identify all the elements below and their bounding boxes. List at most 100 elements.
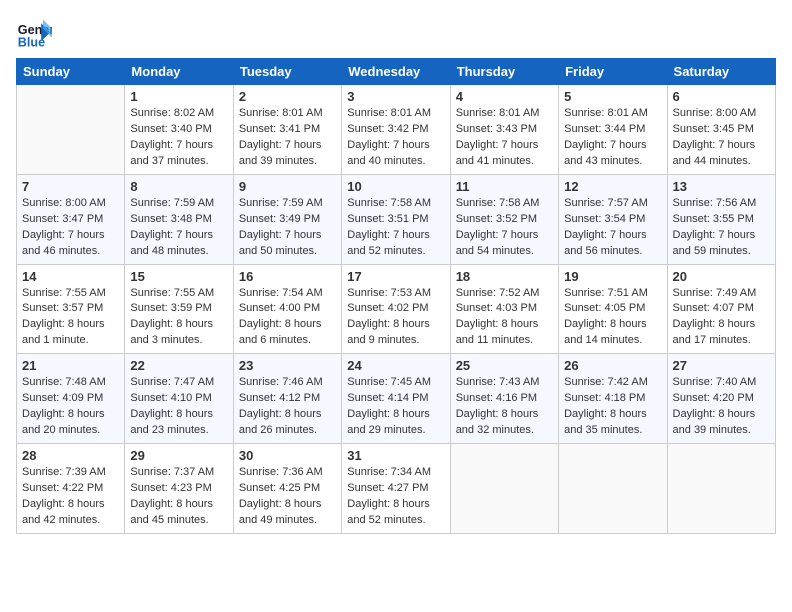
- day-number: 6: [673, 89, 770, 104]
- day-info: Sunrise: 7:57 AMSunset: 3:54 PMDaylight:…: [564, 196, 661, 260]
- day-info: Sunrise: 7:36 AMSunset: 4:25 PMDaylight:…: [239, 465, 336, 529]
- day-number: 19: [564, 269, 661, 284]
- calendar-cell: 5 Sunrise: 8:01 AMSunset: 3:44 PMDaylight…: [559, 85, 667, 175]
- calendar-cell: 3 Sunrise: 8:01 AMSunset: 3:42 PMDaylight…: [342, 85, 450, 175]
- day-info: Sunrise: 8:00 AMSunset: 3:47 PMDaylight:…: [22, 196, 119, 260]
- calendar-cell: 7 Sunrise: 8:00 AMSunset: 3:47 PMDaylight…: [17, 174, 125, 264]
- day-number: 5: [564, 89, 661, 104]
- weekday-header-tuesday: Tuesday: [233, 59, 341, 85]
- day-info: Sunrise: 7:42 AMSunset: 4:18 PMDaylight:…: [564, 375, 661, 439]
- svg-text:Blue: Blue: [18, 36, 45, 50]
- logo-icon: General Blue: [16, 16, 52, 52]
- calendar-cell: 19 Sunrise: 7:51 AMSunset: 4:05 PMDayligh…: [559, 264, 667, 354]
- day-number: 1: [130, 89, 227, 104]
- day-number: 18: [456, 269, 553, 284]
- calendar-cell: 28 Sunrise: 7:39 AMSunset: 4:22 PMDayligh…: [17, 444, 125, 534]
- calendar-cell: 11 Sunrise: 7:58 AMSunset: 3:52 PMDayligh…: [450, 174, 558, 264]
- calendar-cell: 10 Sunrise: 7:58 AMSunset: 3:51 PMDayligh…: [342, 174, 450, 264]
- day-info: Sunrise: 7:46 AMSunset: 4:12 PMDaylight:…: [239, 375, 336, 439]
- day-number: 23: [239, 358, 336, 373]
- day-number: 30: [239, 448, 336, 463]
- day-number: 14: [22, 269, 119, 284]
- day-number: 7: [22, 179, 119, 194]
- calendar-cell: [559, 444, 667, 534]
- day-info: Sunrise: 8:01 AMSunset: 3:42 PMDaylight:…: [347, 106, 444, 170]
- calendar-cell: 9 Sunrise: 7:59 AMSunset: 3:49 PMDaylight…: [233, 174, 341, 264]
- day-info: Sunrise: 7:39 AMSunset: 4:22 PMDaylight:…: [22, 465, 119, 529]
- day-info: Sunrise: 7:34 AMSunset: 4:27 PMDaylight:…: [347, 465, 444, 529]
- logo: General Blue: [16, 16, 56, 52]
- calendar-cell: 20 Sunrise: 7:49 AMSunset: 4:07 PMDayligh…: [667, 264, 775, 354]
- day-info: Sunrise: 7:40 AMSunset: 4:20 PMDaylight:…: [673, 375, 770, 439]
- day-info: Sunrise: 7:48 AMSunset: 4:09 PMDaylight:…: [22, 375, 119, 439]
- day-number: 9: [239, 179, 336, 194]
- calendar-cell: 1Sunrise: 8:02 AMSunset: 3:40 PMDaylight…: [125, 85, 233, 175]
- day-number: 13: [673, 179, 770, 194]
- calendar-cell: 29Sunrise: 7:37 AMSunset: 4:23 PMDayligh…: [125, 444, 233, 534]
- day-number: 4: [456, 89, 553, 104]
- calendar-cell: 22 Sunrise: 7:47 AMSunset: 4:10 PMDayligh…: [125, 354, 233, 444]
- calendar-cell: 17 Sunrise: 7:53 AMSunset: 4:02 PMDayligh…: [342, 264, 450, 354]
- calendar-cell: 24Sunrise: 7:45 AMSunset: 4:14 PMDayligh…: [342, 354, 450, 444]
- day-info: Sunrise: 7:59 AMSunset: 3:49 PMDaylight:…: [239, 196, 336, 260]
- calendar-body: 1Sunrise: 8:02 AMSunset: 3:40 PMDaylight…: [17, 85, 776, 534]
- calendar-week-5: 28 Sunrise: 7:39 AMSunset: 4:22 PMDayligh…: [17, 444, 776, 534]
- calendar-cell: 2 Sunrise: 8:01 AMSunset: 3:41 PMDaylight…: [233, 85, 341, 175]
- day-number: 17: [347, 269, 444, 284]
- weekday-header-sunday: Sunday: [17, 59, 125, 85]
- day-number: 8: [130, 179, 227, 194]
- weekday-header-row: SundayMondayTuesdayWednesdayThursdayFrid…: [17, 59, 776, 85]
- weekday-header-wednesday: Wednesday: [342, 59, 450, 85]
- page-header: General Blue: [16, 16, 776, 52]
- calendar-cell: 15 Sunrise: 7:55 AMSunset: 3:59 PMDayligh…: [125, 264, 233, 354]
- day-number: 21: [22, 358, 119, 373]
- day-info: Sunrise: 7:52 AMSunset: 4:03 PMDaylight:…: [456, 286, 553, 350]
- calendar-cell: 21 Sunrise: 7:48 AMSunset: 4:09 PMDayligh…: [17, 354, 125, 444]
- day-number: 20: [673, 269, 770, 284]
- calendar-cell: 18 Sunrise: 7:52 AMSunset: 4:03 PMDayligh…: [450, 264, 558, 354]
- day-info: Sunrise: 7:58 AMSunset: 3:52 PMDaylight:…: [456, 196, 553, 260]
- day-number: 28: [22, 448, 119, 463]
- day-info: Sunrise: 7:58 AMSunset: 3:51 PMDaylight:…: [347, 196, 444, 260]
- day-number: 11: [456, 179, 553, 194]
- calendar-cell: 26Sunrise: 7:42 AMSunset: 4:18 PMDayligh…: [559, 354, 667, 444]
- day-info: Sunrise: 7:51 AMSunset: 4:05 PMDaylight:…: [564, 286, 661, 350]
- day-number: 31: [347, 448, 444, 463]
- calendar-cell: 12 Sunrise: 7:57 AMSunset: 3:54 PMDayligh…: [559, 174, 667, 264]
- day-info: Sunrise: 7:53 AMSunset: 4:02 PMDaylight:…: [347, 286, 444, 350]
- day-number: 15: [130, 269, 227, 284]
- weekday-header-monday: Monday: [125, 59, 233, 85]
- day-number: 3: [347, 89, 444, 104]
- calendar-cell: 13 Sunrise: 7:56 AMSunset: 3:55 PMDayligh…: [667, 174, 775, 264]
- day-info: Sunrise: 8:01 AMSunset: 3:44 PMDaylight:…: [564, 106, 661, 170]
- calendar-cell: [17, 85, 125, 175]
- calendar-cell: 8Sunrise: 7:59 AMSunset: 3:48 PMDaylight…: [125, 174, 233, 264]
- day-number: 12: [564, 179, 661, 194]
- day-info: Sunrise: 7:47 AMSunset: 4:10 PMDaylight:…: [130, 375, 227, 439]
- day-info: Sunrise: 8:01 AMSunset: 3:41 PMDaylight:…: [239, 106, 336, 170]
- calendar-cell: 27Sunrise: 7:40 AMSunset: 4:20 PMDayligh…: [667, 354, 775, 444]
- day-number: 10: [347, 179, 444, 194]
- calendar-cell: 30 Sunrise: 7:36 AMSunset: 4:25 PMDayligh…: [233, 444, 341, 534]
- day-info: Sunrise: 7:54 AMSunset: 4:00 PMDaylight:…: [239, 286, 336, 350]
- calendar-cell: 31 Sunrise: 7:34 AMSunset: 4:27 PMDayligh…: [342, 444, 450, 534]
- day-info: Sunrise: 7:55 AMSunset: 3:57 PMDaylight:…: [22, 286, 119, 350]
- calendar-cell: 25Sunrise: 7:43 AMSunset: 4:16 PMDayligh…: [450, 354, 558, 444]
- calendar-week-3: 14 Sunrise: 7:55 AMSunset: 3:57 PMDayligh…: [17, 264, 776, 354]
- day-number: 29: [130, 448, 227, 463]
- calendar-cell: 16 Sunrise: 7:54 AMSunset: 4:00 PMDayligh…: [233, 264, 341, 354]
- calendar-week-1: 1Sunrise: 8:02 AMSunset: 3:40 PMDaylight…: [17, 85, 776, 175]
- day-number: 22: [130, 358, 227, 373]
- calendar-week-2: 7 Sunrise: 8:00 AMSunset: 3:47 PMDaylight…: [17, 174, 776, 264]
- day-info: Sunrise: 8:01 AMSunset: 3:43 PMDaylight:…: [456, 106, 553, 170]
- day-number: 2: [239, 89, 336, 104]
- weekday-header-saturday: Saturday: [667, 59, 775, 85]
- calendar-week-4: 21 Sunrise: 7:48 AMSunset: 4:09 PMDayligh…: [17, 354, 776, 444]
- day-info: Sunrise: 7:56 AMSunset: 3:55 PMDaylight:…: [673, 196, 770, 260]
- day-info: Sunrise: 7:55 AMSunset: 3:59 PMDaylight:…: [130, 286, 227, 350]
- day-info: Sunrise: 7:49 AMSunset: 4:07 PMDaylight:…: [673, 286, 770, 350]
- calendar-table: SundayMondayTuesdayWednesdayThursdayFrid…: [16, 58, 776, 534]
- calendar-cell: [667, 444, 775, 534]
- day-number: 16: [239, 269, 336, 284]
- calendar-cell: 4 Sunrise: 8:01 AMSunset: 3:43 PMDaylight…: [450, 85, 558, 175]
